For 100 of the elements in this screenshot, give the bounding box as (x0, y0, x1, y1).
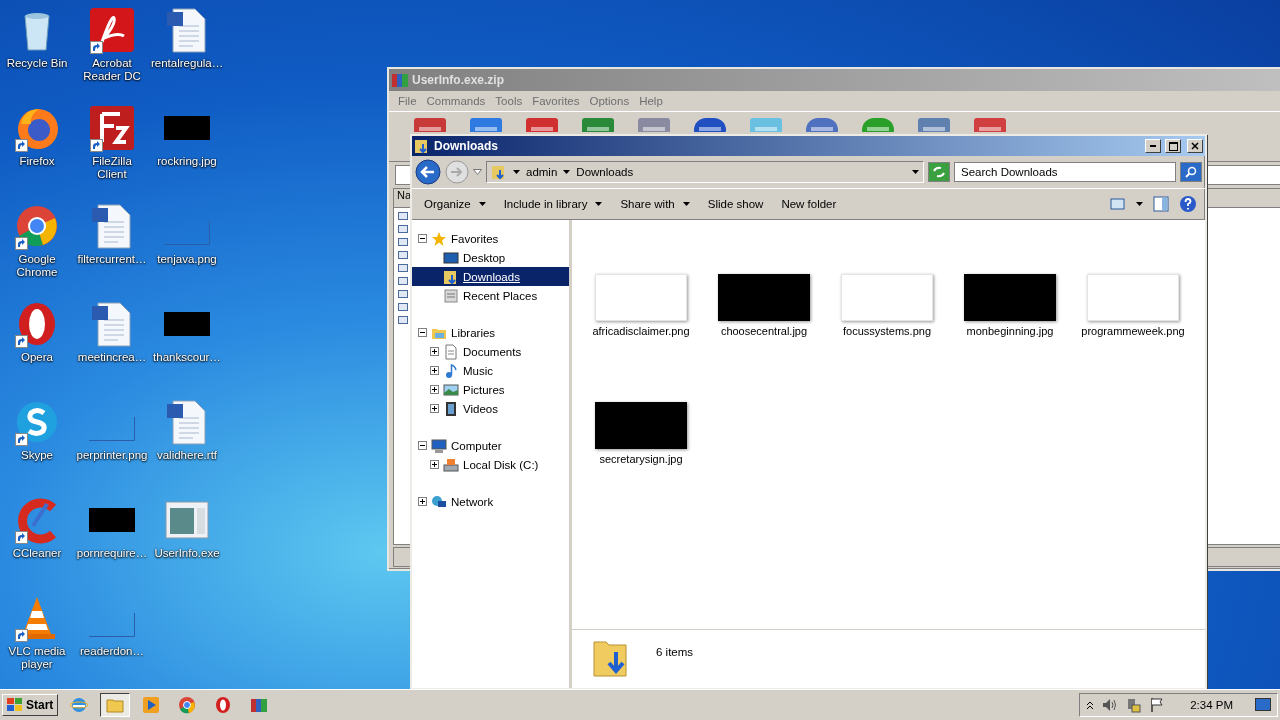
music-note-icon (443, 362, 459, 379)
nav-item[interactable]: Favorites (412, 229, 569, 248)
minimize-button[interactable] (1145, 139, 1161, 153)
hard-disk-icon (443, 456, 459, 473)
toolbar-button[interactable]: Slide show (699, 196, 772, 212)
icon-tile[interactable]: Skype (0, 398, 74, 496)
nav-item[interactable]: Libraries (412, 323, 569, 342)
nav-item[interactable]: Videos (412, 399, 569, 418)
search-button[interactable] (1180, 162, 1202, 182)
menu-item[interactable]: Tools (490, 95, 528, 107)
speaker-icon[interactable] (1102, 698, 1119, 712)
toolbar-button[interactable]: New folder (773, 196, 845, 212)
icon-tile[interactable]: rentalregula… (150, 6, 224, 104)
image-thumbnail (164, 221, 210, 245)
filezilla-icon (88, 104, 136, 152)
show-hidden-icons-icon[interactable] (1086, 700, 1095, 710)
network-icon[interactable] (1126, 697, 1143, 713)
image-thumbnail (164, 116, 210, 140)
icon-tile[interactable]: VLC media player (0, 594, 74, 689)
taskbar-app-button[interactable] (100, 693, 131, 717)
image-tile[interactable]: programmeweek.png (1078, 274, 1188, 402)
maximize-icon (1168, 141, 1178, 151)
star-icon (431, 230, 447, 247)
menu-item[interactable]: Options (584, 95, 635, 107)
icon-tile[interactable]: tenjava.png (150, 202, 224, 300)
nav-item[interactable]: Computer (412, 436, 569, 455)
monitor-icon (443, 249, 459, 266)
nav-item[interactable]: Documents (412, 342, 569, 361)
chrome-icon (178, 696, 197, 714)
network-icon (431, 493, 447, 510)
maximize-button[interactable] (1165, 139, 1181, 153)
icon-tile[interactable]: Recycle Bin (0, 6, 74, 104)
opera-icon (214, 696, 233, 714)
download-folder-icon (443, 268, 459, 285)
image-thumbnail (89, 613, 135, 637)
windows-logo-icon (7, 698, 23, 712)
close-button[interactable] (1187, 139, 1203, 153)
icon-tile[interactable]: meetincrea… (75, 300, 149, 398)
toolbar-button[interactable]: Share with (612, 196, 698, 212)
icon-tile[interactable]: Google Chrome (0, 202, 74, 300)
start-button[interactable]: Start (2, 694, 59, 716)
expand-toggle[interactable] (430, 347, 439, 356)
toolbar-button[interactable]: Include in library (495, 196, 611, 212)
icon-tile[interactable]: filtercurrent… (75, 202, 149, 300)
refresh-button[interactable] (928, 162, 950, 182)
image-tile[interactable]: secretarysign.jpg (586, 402, 696, 530)
icon-tile[interactable]: Firefox (0, 104, 74, 202)
back-button[interactable] (415, 159, 441, 185)
caret-icon (513, 170, 520, 174)
item-count: 6 items (656, 646, 694, 658)
minimize-icon (1150, 145, 1156, 147)
pictures-icon (443, 381, 459, 398)
column-header[interactable]: Na (394, 189, 412, 207)
image-tile[interactable]: focussystems.png (832, 274, 942, 402)
nav-item[interactable]: Desktop (412, 248, 569, 267)
collapse-toggle[interactable] (418, 441, 427, 450)
collapse-toggle[interactable] (418, 234, 427, 243)
nav-item[interactable]: Music (412, 361, 569, 380)
toolbar-button[interactable]: Organize (416, 196, 494, 212)
download-folder-icon (414, 138, 430, 154)
expand-toggle[interactable] (418, 497, 427, 506)
collapse-toggle[interactable] (418, 328, 427, 337)
icon-tile[interactable]: rockring.jpg (150, 104, 224, 202)
image-thumbnail (89, 417, 135, 441)
recent-places-icon (443, 287, 459, 304)
window-title: Downloads (434, 139, 499, 153)
icon-tile[interactable]: Acrobat Reader DC (75, 6, 149, 104)
caret-icon (1136, 202, 1143, 206)
show-desktop-icon[interactable] (1255, 698, 1271, 712)
internet-explorer-icon (70, 696, 89, 714)
document-icon (443, 343, 459, 360)
image-thumbnail (164, 312, 210, 336)
nav-item[interactable]: Recent Places (412, 286, 569, 305)
expand-toggle[interactable] (430, 460, 439, 469)
clock[interactable]: 2:34 PM (1190, 699, 1233, 711)
window-title: UserInfo.exe.zip (412, 73, 505, 87)
history-dropdown-icon[interactable] (473, 169, 482, 175)
icon-tile[interactable]: Opera (0, 300, 74, 398)
dropdown-caret-icon (912, 170, 919, 174)
address-bar[interactable]: admin Downloads (486, 161, 924, 183)
search-icon (1185, 166, 1197, 178)
image-tile[interactable]: africadisclaimer.png (586, 274, 696, 402)
image-thumbnail (89, 508, 135, 532)
caret-icon (563, 170, 571, 174)
flag-icon[interactable] (1150, 697, 1165, 713)
expand-toggle[interactable] (430, 404, 439, 413)
acrobat-icon (88, 6, 136, 54)
close-icon (1191, 142, 1199, 150)
breadcrumb[interactable]: admin (526, 166, 558, 178)
expand-toggle[interactable] (430, 366, 439, 375)
nav-item[interactable]: Network (412, 492, 569, 511)
icon-tile[interactable]: FileZilla Client (75, 104, 149, 202)
search-field[interactable]: Search Downloads (954, 162, 1176, 182)
nav-item[interactable]: Pictures (412, 380, 569, 399)
breadcrumb[interactable]: Downloads (576, 166, 634, 178)
expand-toggle[interactable] (430, 385, 439, 394)
nav-item[interactable]: Downloads (412, 267, 569, 286)
nav-item[interactable]: Local Disk (C:) (412, 455, 569, 474)
image-tile[interactable]: choosecentral.jpg (709, 274, 819, 402)
image-tile[interactable]: monbeginning.jpg (955, 274, 1065, 402)
